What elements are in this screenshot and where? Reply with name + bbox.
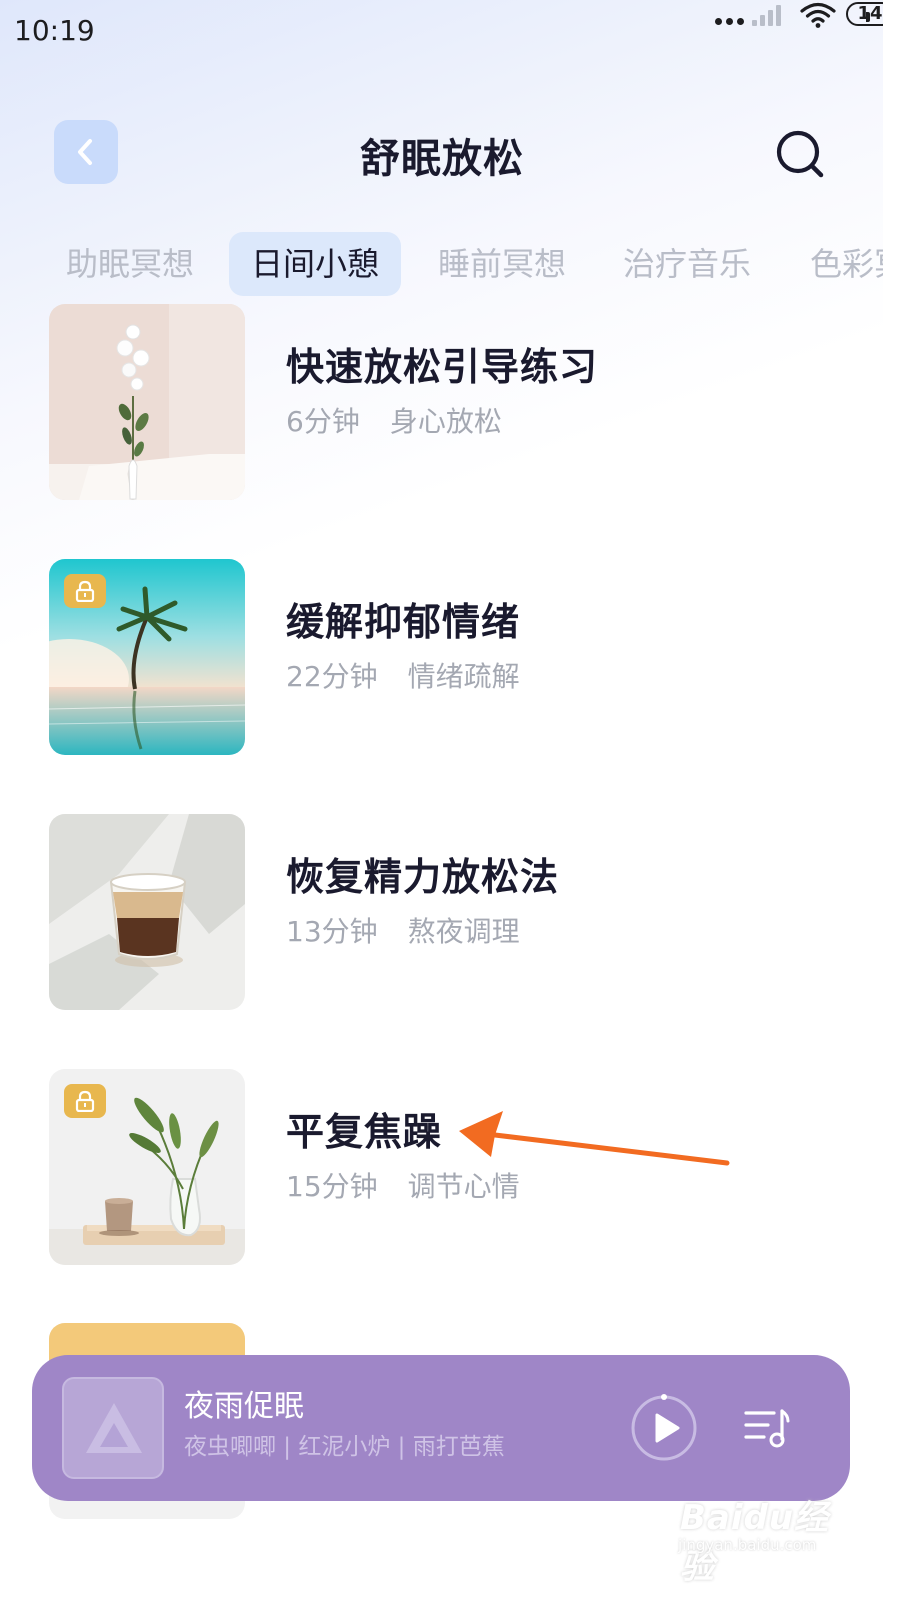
- tab-sleep-meditation[interactable]: 助眠冥想: [44, 232, 216, 296]
- list-item[interactable]: 恢复精力放松法 13分钟 熬夜调理: [0, 814, 884, 1010]
- item-meta: 22分钟 情绪疏解: [286, 655, 520, 695]
- item-title: 缓解抑郁情绪: [286, 600, 521, 644]
- status-time: 10:19: [14, 14, 95, 47]
- item-meta: 6分钟 身心放松: [286, 400, 502, 440]
- list-item[interactable]: 缓解抑郁情绪 22分钟 情绪疏解: [0, 559, 884, 755]
- lock-badge: [64, 574, 106, 608]
- item-tag: 熬夜调理: [407, 915, 520, 948]
- search-button[interactable]: [772, 126, 828, 182]
- thumbnail-palm-beach: [49, 559, 245, 755]
- tab-color-meditation[interactable]: 色彩冥想: [788, 232, 884, 296]
- thumbnail-flower-vase: [49, 304, 245, 500]
- search-icon: [776, 130, 824, 178]
- lock-icon: [75, 580, 95, 602]
- playlist-button[interactable]: [744, 1407, 790, 1449]
- item-tag: 情绪疏解: [407, 660, 520, 693]
- playlist-icon: [744, 1409, 790, 1448]
- watermark-url: jingyan.baidu.com: [678, 1536, 817, 1554]
- player-cover: [62, 1377, 164, 1479]
- item-title: 恢复精力放松法: [286, 855, 560, 899]
- battery-tip: [866, 12, 870, 22]
- item-title: 快速放松引导练习: [286, 345, 599, 389]
- lock-badge: [64, 1084, 106, 1118]
- item-meta: 13分钟 熬夜调理: [286, 910, 520, 950]
- wifi-icon: [800, 2, 836, 28]
- item-duration: 6分钟: [286, 405, 360, 438]
- status-bar: 10:19 14: [0, 0, 900, 60]
- item-duration: 22分钟: [286, 660, 378, 693]
- list-item[interactable]: 快速放松引导练习 6分钟 身心放松: [0, 304, 884, 500]
- item-duration: 15分钟: [286, 1170, 378, 1203]
- right-edge-strip: [883, 0, 900, 1600]
- thumbnail-coffee-glass: [49, 814, 245, 1010]
- tab-daytime-nap[interactable]: 日间小憩: [229, 232, 402, 296]
- play-button[interactable]: [629, 1393, 699, 1463]
- app-screen: 10:19 14 舒眠放松 助眠冥想 日间小憩 睡前冥想 治疗音乐 色彩 快速放…: [0, 0, 900, 1600]
- category-tabs: 助眠冥想 日间小憩 睡前冥想 治疗音乐 色彩冥想: [0, 232, 884, 296]
- cellular-signal-icon: [752, 4, 782, 26]
- player-title: 夜雨促眠: [184, 1389, 304, 1424]
- cover-triangle-icon: [86, 1403, 142, 1453]
- thumbnail-plant-tray: [49, 1069, 245, 1265]
- battery-level: 14: [857, 3, 883, 24]
- item-title: 平复焦躁: [286, 1110, 443, 1154]
- more-dots-icon: [715, 18, 745, 26]
- player-subtitle: 夜虫唧唧 | 红泥小炉 | 雨打芭蕉: [184, 1434, 505, 1460]
- watermark: Baidu经验 jingyan.baidu.com: [672, 1470, 842, 1587]
- annotation-arrow-icon: [459, 1111, 730, 1166]
- tab-therapy-music[interactable]: 治疗音乐: [601, 232, 773, 296]
- page-title: 舒眠放松: [360, 136, 524, 182]
- item-tag: 身心放松: [389, 405, 502, 438]
- play-icon: [631, 1394, 697, 1461]
- item-duration: 13分钟: [286, 915, 378, 948]
- tab-bedtime-meditation[interactable]: 睡前冥想: [416, 232, 588, 296]
- lock-icon: [75, 1090, 95, 1112]
- list-item[interactable]: 平复焦躁 15分钟 调节心情: [0, 1069, 884, 1265]
